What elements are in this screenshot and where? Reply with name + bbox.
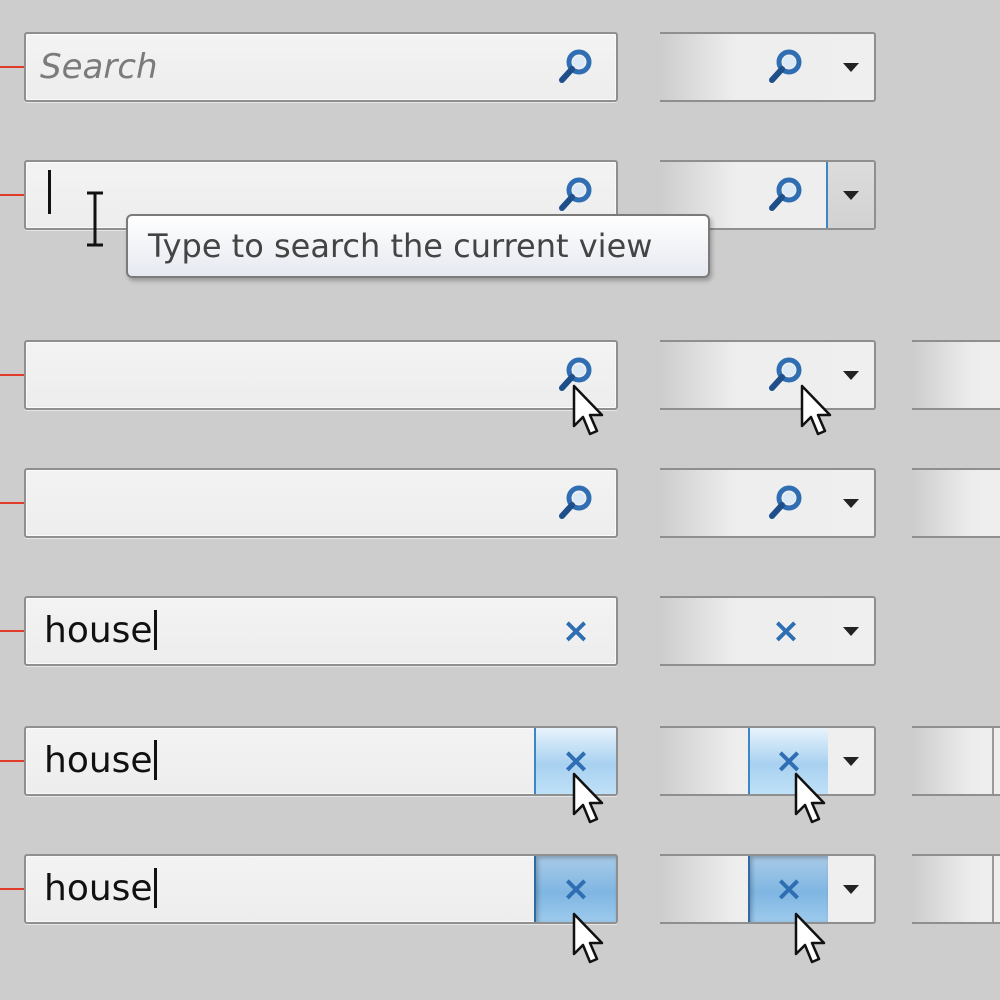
marker-line bbox=[0, 630, 24, 632]
chevron-down-icon bbox=[843, 62, 859, 72]
close-icon: × bbox=[561, 869, 591, 909]
search-value: house bbox=[44, 740, 153, 781]
dropdown-button[interactable] bbox=[828, 470, 874, 536]
search-row-clear-hover: house × × bbox=[0, 726, 1000, 798]
chevron-down-icon bbox=[843, 756, 859, 766]
text-caret bbox=[153, 868, 157, 908]
arrow-cursor-icon bbox=[792, 912, 832, 968]
marker-line bbox=[0, 66, 24, 68]
close-icon: × bbox=[561, 611, 591, 651]
compact-search[interactable]: × bbox=[660, 854, 876, 924]
search-icon[interactable] bbox=[536, 34, 616, 100]
dropdown-button[interactable] bbox=[828, 598, 874, 664]
arrow-cursor-icon bbox=[798, 384, 838, 440]
search-icon[interactable] bbox=[746, 34, 826, 100]
search-input[interactable] bbox=[24, 468, 618, 538]
marker-line bbox=[0, 194, 24, 196]
search-row-icon-hover bbox=[0, 340, 1000, 412]
arrow-cursor-icon bbox=[570, 912, 610, 968]
arrow-cursor-icon bbox=[792, 772, 832, 828]
ibeam-cursor-icon bbox=[87, 191, 103, 247]
dropdown-button[interactable] bbox=[828, 856, 874, 922]
dropdown-button[interactable] bbox=[826, 162, 874, 228]
arrow-cursor-icon bbox=[570, 772, 610, 828]
tooltip: Type to search the current view bbox=[126, 214, 710, 278]
dropdown-button[interactable] bbox=[828, 728, 874, 794]
divider bbox=[992, 728, 994, 794]
search-box-partial[interactable] bbox=[912, 726, 1000, 796]
search-value: house bbox=[44, 610, 153, 651]
text-caret bbox=[153, 740, 157, 780]
marker-line bbox=[0, 374, 24, 376]
dropdown-button[interactable] bbox=[828, 34, 874, 100]
search-value: house bbox=[44, 868, 153, 909]
search-row-idle bbox=[0, 468, 1000, 540]
compact-search[interactable]: × bbox=[660, 596, 876, 666]
clear-button[interactable]: × bbox=[746, 598, 826, 664]
compact-search[interactable]: × bbox=[660, 726, 876, 796]
search-input[interactable]: house × bbox=[24, 854, 618, 924]
search-row-placeholder: Search bbox=[0, 32, 1000, 104]
search-row-clear-pressed: house × × bbox=[0, 854, 1000, 926]
chevron-down-icon bbox=[843, 498, 859, 508]
search-input[interactable]: house × bbox=[24, 596, 618, 666]
search-box-partial[interactable] bbox=[912, 468, 1000, 538]
chevron-down-icon bbox=[843, 370, 859, 380]
compact-search[interactable] bbox=[660, 340, 876, 410]
divider bbox=[992, 856, 994, 922]
marker-line bbox=[0, 502, 24, 504]
chevron-down-icon bbox=[843, 190, 859, 200]
search-box-partial[interactable] bbox=[912, 854, 1000, 924]
compact-search[interactable] bbox=[660, 32, 876, 102]
search-icon[interactable] bbox=[536, 470, 616, 536]
search-input[interactable]: house × bbox=[24, 726, 618, 796]
search-row-text: house × × bbox=[0, 596, 1000, 668]
text-caret bbox=[153, 610, 157, 650]
marker-line bbox=[0, 760, 24, 762]
text-caret bbox=[48, 170, 51, 214]
close-icon: × bbox=[774, 869, 804, 909]
compact-search[interactable] bbox=[660, 468, 876, 538]
search-icon[interactable] bbox=[746, 162, 826, 228]
clear-button[interactable]: × bbox=[536, 598, 616, 664]
close-icon: × bbox=[771, 611, 801, 651]
chevron-down-icon bbox=[843, 626, 859, 636]
arrow-cursor-icon bbox=[570, 384, 610, 440]
marker-line bbox=[0, 888, 24, 890]
search-placeholder: Search bbox=[40, 47, 158, 87]
search-input[interactable] bbox=[24, 340, 618, 410]
search-box-partial[interactable] bbox=[912, 340, 1000, 410]
chevron-down-icon bbox=[843, 884, 859, 894]
search-input[interactable]: Search bbox=[24, 32, 618, 102]
search-icon[interactable] bbox=[746, 470, 826, 536]
